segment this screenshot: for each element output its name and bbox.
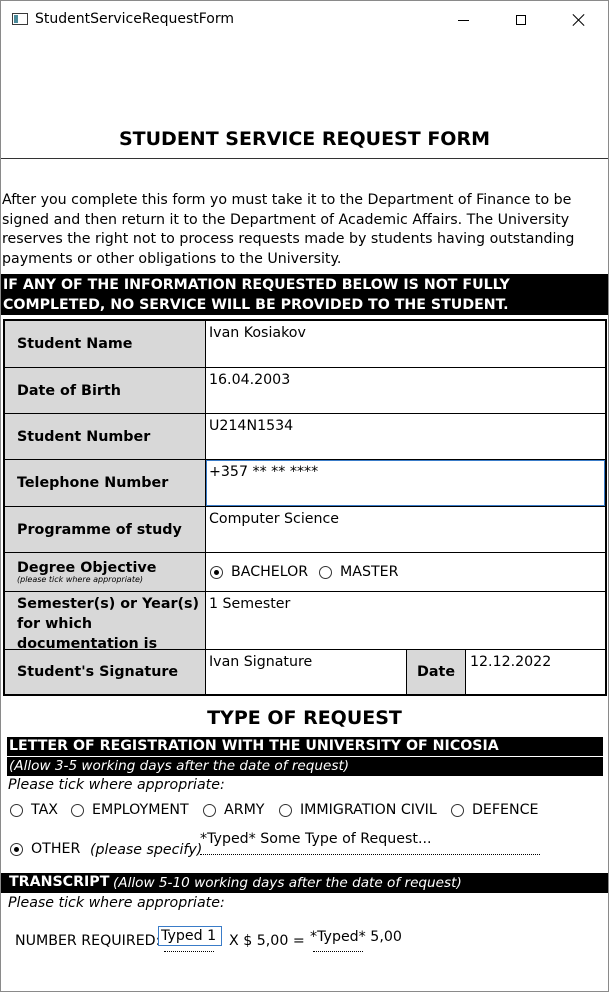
window-title: StudentServiceRequestForm: [35, 11, 234, 27]
transcript-tick-hint: Please tick where appropriate:: [8, 895, 225, 911]
radio-master-label: MASTER: [340, 564, 399, 580]
maximize-button[interactable]: [492, 1, 550, 39]
student-number-label: Student Number: [5, 414, 206, 459]
degree-hint: (please tick where appropriate): [17, 575, 144, 584]
number-underline: [164, 951, 214, 952]
date-of-birth-field[interactable]: 16.04.2003: [209, 372, 290, 388]
app-icon: [12, 13, 28, 25]
signature-field[interactable]: Ivan Signature: [209, 654, 312, 670]
radio-army[interactable]: ARMY: [203, 802, 264, 818]
close-button[interactable]: [550, 1, 608, 39]
radio-checked-icon: [10, 842, 23, 856]
title-divider: [1, 158, 608, 159]
telephone-field[interactable]: +357 ** ** ****: [209, 464, 318, 480]
radio-unchecked-icon: [71, 803, 84, 817]
form-title: STUDENT SERVICE REQUEST FORM: [118, 128, 490, 150]
number-required-input[interactable]: Typed 1: [158, 926, 222, 946]
radio-employment[interactable]: EMPLOYMENT: [71, 802, 189, 818]
row-student-number: Student Number U214N1534: [5, 414, 605, 460]
letter-heading: LETTER OF REGISTRATION WITH THE UNIVERSI…: [9, 738, 499, 754]
total-field[interactable]: *Typed* 5,00: [310, 929, 402, 945]
semester-field[interactable]: 1 Semester: [209, 596, 290, 612]
radio-bachelor[interactable]: BACHELOR: [210, 564, 308, 580]
student-name-label: Student Name: [5, 321, 206, 367]
maximize-icon: [516, 15, 526, 25]
date-field[interactable]: 12.12.2022: [470, 654, 551, 670]
radio-unchecked-icon: [451, 803, 464, 817]
radio-tax-label: TAX: [31, 802, 58, 818]
radio-unchecked-icon: [203, 803, 216, 817]
other-specify-hint: (please specify): [90, 842, 203, 858]
row-student-name: Student Name Ivan Kosiakov: [5, 321, 605, 368]
radio-defence-label: DEFENCE: [472, 802, 539, 818]
close-icon: [573, 14, 585, 26]
student-name-field[interactable]: Ivan Kosiakov: [209, 325, 306, 341]
transcript-note: (Allow 5-10 working days after the date …: [113, 875, 462, 891]
programme-field[interactable]: Computer Science: [209, 511, 339, 527]
letter-header-divider: [7, 756, 603, 757]
student-number-field[interactable]: U214N1534: [209, 418, 293, 434]
semester-label: Semester(s) or Year(s) for which documen…: [5, 592, 206, 672]
radio-army-label: ARMY: [224, 802, 265, 818]
row-telephone: Telephone Number +357 ** ** ****: [5, 460, 605, 507]
radio-unchecked-icon: [279, 803, 292, 817]
radio-employment-label: EMPLOYMENT: [92, 802, 189, 818]
degree-label-cell: Degree Objective (please tick where appr…: [5, 553, 206, 591]
row-degree: Degree Objective (please tick where appr…: [5, 553, 605, 592]
radio-immigration[interactable]: IMMIGRATION CIVIL: [279, 802, 437, 818]
student-info-table: Student Name Ivan Kosiakov Date of Birth…: [3, 319, 607, 696]
radio-master[interactable]: MASTER: [319, 564, 398, 580]
date-label: Date: [406, 650, 466, 694]
radio-immigration-label: IMMIGRATION CIVIL: [300, 802, 437, 818]
radio-defence[interactable]: DEFENCE: [451, 802, 539, 818]
warning-banner: IF ANY OF THE INFORMATION REQUESTED BELO…: [1, 274, 608, 315]
radio-other[interactable]: OTHER: [10, 841, 80, 857]
total-underline: [313, 951, 363, 952]
row-signature: Student's Signature Ivan Signature Date …: [5, 650, 605, 694]
letter-section-header: LETTER OF REGISTRATION WITH THE UNIVERSI…: [7, 737, 603, 776]
minimize-icon: [457, 19, 469, 21]
radio-tax[interactable]: TAX: [10, 802, 58, 818]
radio-bachelor-label: BACHELOR: [231, 564, 309, 580]
date-of-birth-label: Date of Birth: [5, 368, 206, 413]
row-date-of-birth: Date of Birth 16.04.2003: [5, 368, 605, 414]
signature-label: Student's Signature: [5, 650, 206, 694]
intro-text: After you complete this form yo must tak…: [2, 192, 575, 267]
radio-checked-icon: [210, 565, 223, 579]
radio-unchecked-icon: [10, 803, 23, 817]
radio-other-label: OTHER: [31, 841, 81, 857]
transcript-heading: TRANSCRIPT: [9, 874, 110, 890]
request-type-title: TYPE OF REQUEST: [207, 707, 402, 729]
number-required-label: NUMBER REQUIRED:: [15, 933, 161, 949]
telephone-label: Telephone Number: [5, 460, 206, 506]
other-request-field[interactable]: *Typed* Some Type of Request...: [200, 831, 540, 855]
transcript-section-header: TRANSCRIPT (Allow 5-10 working days afte…: [1, 873, 608, 893]
radio-unchecked-icon: [319, 565, 332, 579]
programme-label: Programme of study: [5, 507, 206, 552]
row-semester: Semester(s) or Year(s) for which documen…: [5, 592, 605, 672]
row-programme: Programme of study Computer Science: [5, 507, 605, 553]
letter-note: (Allow 3-5 working days after the date o…: [9, 758, 350, 774]
letter-tick-hint: Please tick where appropriate:: [8, 777, 225, 793]
app-window: StudentServiceRequestForm STUDENT SERVIC…: [0, 0, 609, 992]
price-multiplier: X $ 5,00 =: [229, 933, 305, 949]
minimize-button[interactable]: [434, 1, 492, 39]
title-bar[interactable]: StudentServiceRequestForm: [1, 1, 608, 39]
degree-label: Degree Objective: [17, 560, 157, 576]
